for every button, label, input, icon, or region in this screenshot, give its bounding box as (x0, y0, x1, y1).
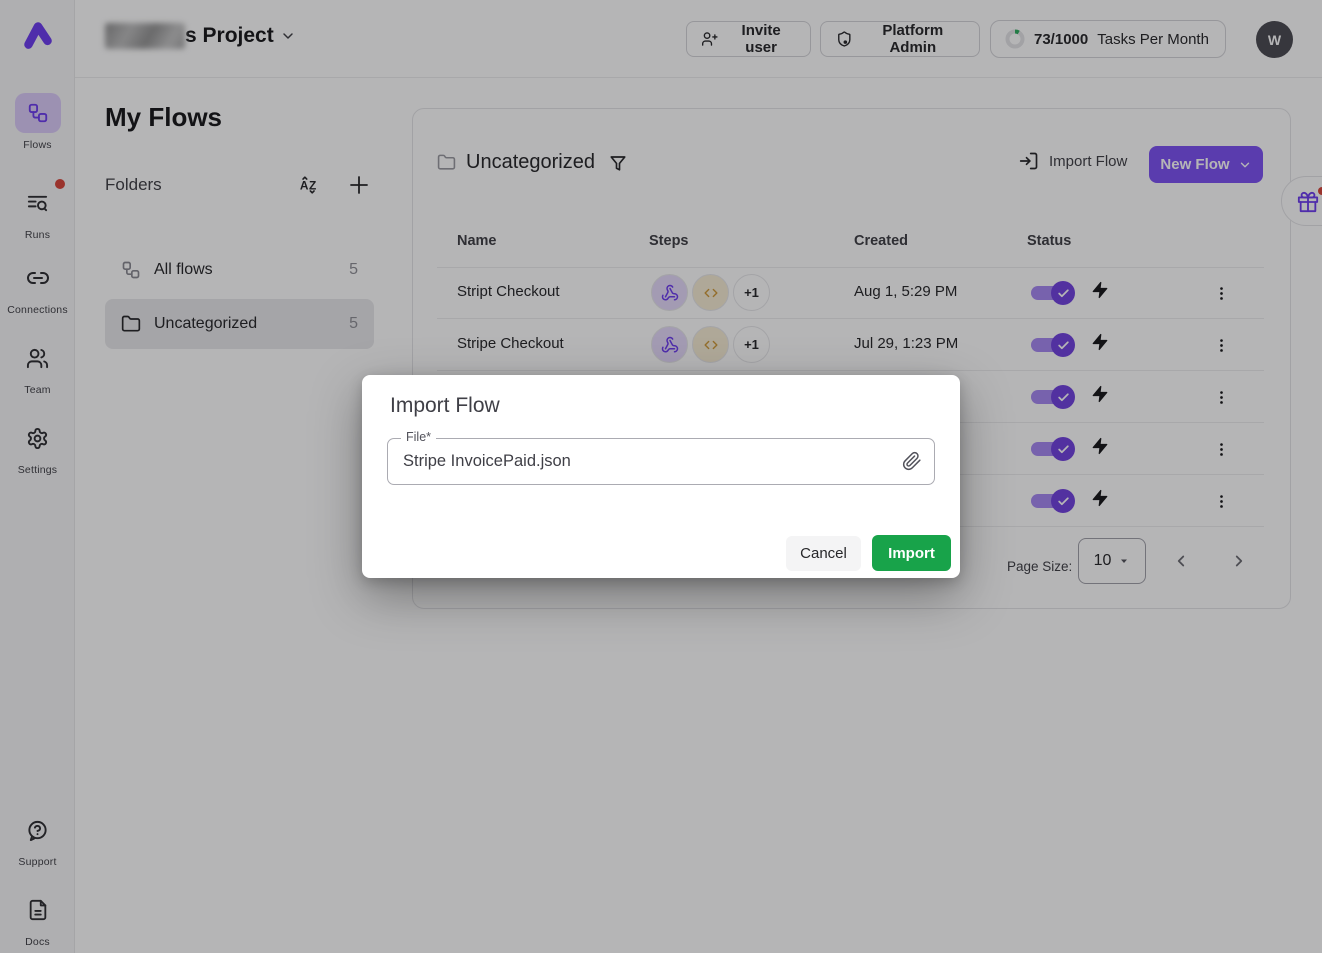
cancel-button[interactable]: Cancel (786, 536, 861, 571)
import-flow-dialog: Import Flow File* Stripe InvoicePaid.jso… (362, 375, 960, 578)
file-input-value: Stripe InvoicePaid.json (403, 452, 571, 471)
file-input-label: File* (401, 430, 436, 444)
dialog-title: Import Flow (390, 394, 500, 418)
paperclip-icon[interactable] (902, 451, 922, 471)
import-button[interactable]: Import (872, 535, 951, 571)
cancel-label: Cancel (800, 545, 847, 562)
file-input[interactable]: File* Stripe InvoicePaid.json (387, 438, 935, 485)
import-label: Import (888, 545, 935, 562)
app-window: Flows Runs Connections Team Set (0, 0, 1322, 953)
